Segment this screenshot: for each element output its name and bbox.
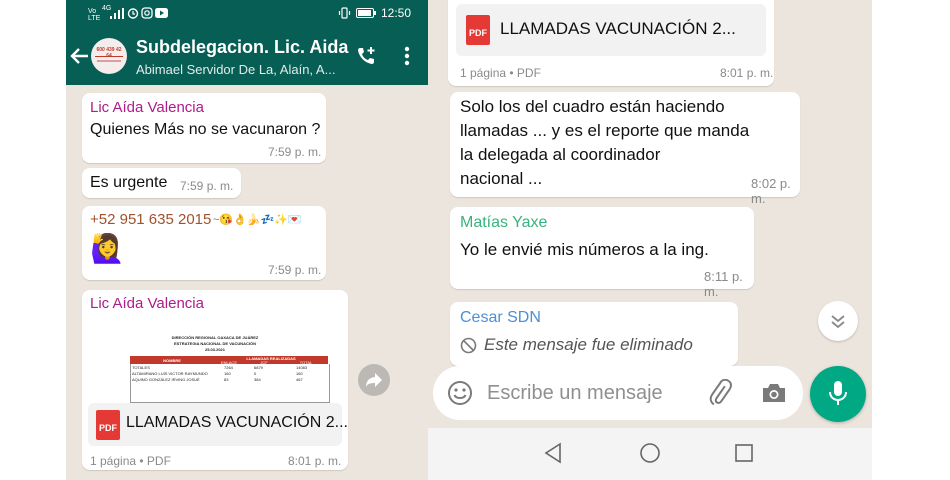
file-meta: 1 página • PDF: [90, 454, 171, 468]
file-meta: 1 página • PDF: [460, 66, 541, 80]
message-text: Es urgente: [90, 174, 168, 191]
doc-col-nombre: NOMBRE: [163, 358, 181, 363]
sender-name: Lic Aída Valencia: [90, 295, 204, 312]
file-attachment[interactable]: PDF LLAMADAS VACUNACIÓN 2...: [88, 403, 348, 446]
deleted-icon: [460, 337, 477, 354]
mic-button[interactable]: [810, 366, 866, 422]
avatar[interactable]: 600 439 42 64: [91, 38, 127, 74]
attach-icon[interactable]: [707, 379, 735, 407]
message-bubble[interactable]: Lic Aída Valencia Quienes Más no se vacu…: [82, 93, 326, 163]
avatar-text: 600 439 42 64: [96, 47, 122, 59]
youtube-icon: [155, 8, 168, 18]
message-bubble[interactable]: Es urgente 7:59 p. m.: [82, 168, 241, 198]
signal-icon: [110, 8, 124, 19]
message-line: Solo los del cuadro están haciendo: [460, 97, 725, 116]
battery-icon: [356, 8, 376, 18]
mic-icon: [829, 381, 847, 405]
document-message[interactable]: Lic Aída Valencia DIRECCIÓN REGIONAL OAX…: [82, 290, 348, 470]
document-message[interactable]: PDF LLAMADAS VACUNACIÓN 2... 1 página • …: [448, 0, 774, 86]
message-line: nacional ...: [460, 169, 543, 188]
instagram-icon: [141, 7, 153, 19]
back-arrow-icon[interactable]: [70, 47, 90, 65]
message-time: 8:01 p. m.: [720, 66, 774, 80]
message-time: 8:01 p. m.: [288, 454, 342, 468]
file-name: LLAMADAS VACUNACIÓN 2...: [500, 19, 736, 38]
pdf-icon: PDF: [466, 15, 490, 45]
sender-nickname: ~😘👌🍌💤✨💌: [213, 214, 302, 226]
message-bubble[interactable]: Matías Yaxe Yo le envié mis números a la…: [450, 207, 754, 299]
sender-name: Lic Aída Valencia: [90, 99, 204, 116]
message-input[interactable]: Escribe un mensaje: [433, 366, 803, 420]
file-name: LLAMADAS VACUNACIÓN 2...: [126, 414, 348, 431]
document-preview[interactable]: DIRECCIÓN REGIONAL OAXACA DE JUÁREZ ESTR…: [88, 320, 342, 403]
navigation-bar: [428, 428, 872, 480]
nav-back-icon[interactable]: [543, 442, 563, 464]
input-placeholder: Escribe un mensaje: [487, 382, 663, 404]
message-time: 7:59 p. m.: [268, 263, 322, 277]
left-screenshot: Vo LTE 4G 12:50 600 439 42 64 Subdelegac…: [66, 0, 428, 480]
message-line: la delegada al coordinador: [460, 145, 661, 164]
camera-icon[interactable]: [761, 382, 787, 404]
sender-name: Cesar SDN: [460, 309, 541, 326]
deleted-text: Este mensaje fue eliminado: [484, 335, 693, 354]
right-screenshot: PDF LLAMADAS VACUNACIÓN 2... 1 página • …: [428, 0, 872, 480]
scroll-down-icon: [831, 315, 845, 329]
alarm-icon: [127, 8, 139, 19]
chat-title[interactable]: Subdelegacion. Lic. Aida: [136, 37, 348, 58]
sender-name: Matías Yaxe: [460, 214, 548, 231]
sender-name: +52 951 635 2015: [90, 211, 212, 228]
clock-label: 12:50: [381, 6, 412, 20]
message-time: 7:59 p. m.: [180, 179, 234, 193]
message-time: 8:11 p. m.: [704, 269, 743, 299]
nav-home-icon[interactable]: [639, 442, 661, 464]
message-time: 8:02 p. m.: [751, 176, 791, 206]
vibrate-icon: [338, 7, 351, 19]
pdf-icon: PDF: [96, 410, 120, 440]
message-line: llamadas ... y es el reporte que manda: [460, 121, 750, 140]
doc-title-3: 25.03.2021: [204, 347, 226, 352]
message-text: Yo le envié mis números a la ing.: [460, 240, 709, 259]
message-bubble[interactable]: +52 951 635 2015 ~😘👌🍌💤✨💌 🙋‍♀️ 7:59 p. m.: [82, 206, 326, 280]
scroll-down-button[interactable]: [818, 301, 858, 341]
doc-title-2: ESTRATEGIA NACIONAL DE VACUNACIÓN: [173, 341, 257, 346]
carrier-label: Vo LTE: [88, 8, 101, 22]
chat-subtitle[interactable]: Abimael Servidor De La, Alaín, A...: [136, 62, 335, 77]
message-time: 7:59 p. m.: [268, 145, 322, 159]
forward-button[interactable]: [358, 364, 390, 396]
chat-header: 600 439 42 64 Subdelegacion. Lic. Aida A…: [66, 27, 428, 85]
deleted-message[interactable]: Cesar SDN Este mensaje fue eliminado: [450, 302, 738, 366]
nav-recents-icon[interactable]: [734, 443, 754, 463]
add-call-icon[interactable]: [356, 45, 378, 67]
more-vert-icon[interactable]: [404, 46, 410, 66]
compose-bar: Escribe un mensaje: [428, 366, 872, 428]
status-bar: Vo LTE 4G 12:50: [66, 0, 428, 27]
file-attachment[interactable]: PDF LLAMADAS VACUNACIÓN 2...: [456, 4, 766, 56]
forward-icon: [366, 373, 382, 387]
doc-title-1: DIRECCIÓN REGIONAL OAXACA DE JUÁREZ: [171, 335, 259, 340]
message-bubble[interactable]: Solo los del cuadro están haciendo llama…: [450, 92, 800, 206]
emoji-message: 🙋‍♀️: [90, 233, 125, 264]
message-text: Quienes Más no se vacunaron ?: [90, 121, 321, 138]
emoji-icon[interactable]: [447, 380, 473, 406]
